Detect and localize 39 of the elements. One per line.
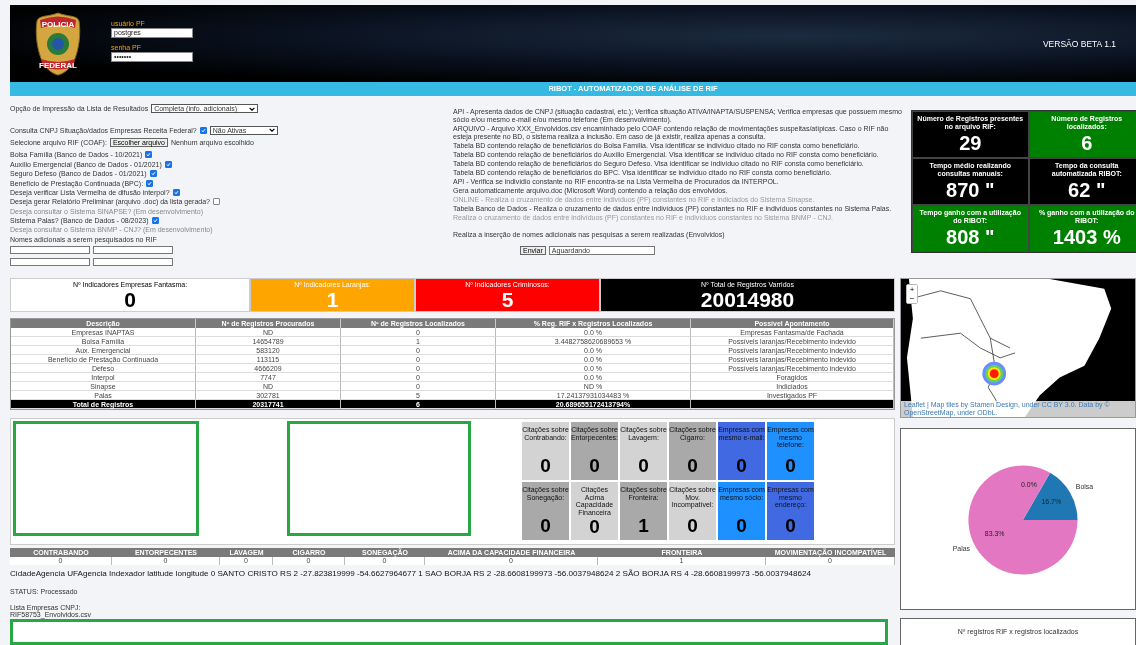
zoom-in-button[interactable]: + xyxy=(907,285,917,294)
checkbox[interactable] xyxy=(199,126,207,134)
name-field[interactable] xyxy=(93,246,173,255)
citation-value: 0 xyxy=(785,515,796,537)
citation-value: 0 xyxy=(540,515,551,537)
checkbox[interactable] xyxy=(151,217,159,225)
checkbox[interactable] xyxy=(172,188,180,196)
citation-value: 0 xyxy=(589,455,600,477)
citation-value: 1 xyxy=(638,515,649,537)
citation-value: 0 xyxy=(785,455,796,477)
citation-value: 0 xyxy=(540,455,551,477)
caret-icon xyxy=(268,128,275,133)
caret-icon xyxy=(249,106,256,111)
name-field[interactable] xyxy=(93,258,173,267)
checkbox[interactable] xyxy=(213,198,220,206)
stat-value: 62 " xyxy=(1068,179,1106,201)
stat-value: 29 xyxy=(959,132,982,154)
indicator-value: 5 xyxy=(501,289,514,311)
indicator-value: 1 xyxy=(326,289,339,311)
citation-value: 0 xyxy=(638,455,649,477)
citation-value: 0 xyxy=(687,515,698,537)
name-field[interactable] xyxy=(10,258,90,267)
stat-value: 870 " xyxy=(946,179,995,201)
checkbox[interactable] xyxy=(146,179,154,187)
indicator-value: 20014980 xyxy=(700,289,795,311)
stat-value: 1403 % xyxy=(1052,226,1121,248)
checkbox[interactable] xyxy=(145,151,153,159)
citation-value: 0 xyxy=(687,455,698,477)
locations-text: CidadeAgencia UFAgencia Indexador latitude longitude 0 SANTO CRISTO RS 2 -27.823819999 -54.6627964677 1 SAO BORJA RS 2 -28.6608199973 -56.0037948624 2 SÃO BORJA RS 4 -28.6608199973 -56.0037948624 xyxy=(10,569,813,578)
checkbox[interactable] xyxy=(149,170,157,178)
indicator-value: 0 xyxy=(124,289,136,311)
stat-value: 6 xyxy=(1081,132,1093,154)
citation-value: 0 xyxy=(589,516,600,538)
citation-value: 0 xyxy=(736,515,747,537)
citation-value: 0 xyxy=(736,455,747,477)
stat-value: 808 " xyxy=(946,226,995,248)
version-label: VERSÃO BETA 1.1 xyxy=(1042,38,1116,49)
checkbox[interactable] xyxy=(164,160,172,168)
name-field[interactable] xyxy=(10,246,90,255)
